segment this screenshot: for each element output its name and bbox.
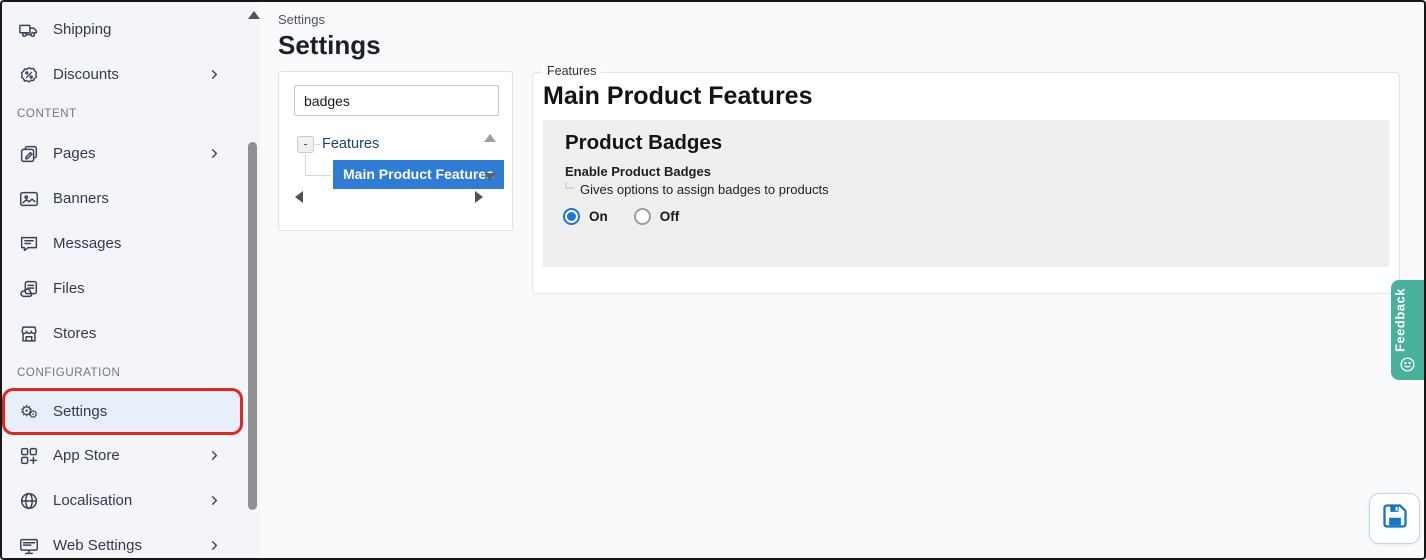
message-bubble-icon [16, 232, 42, 256]
sidebar-scroll-up-arrow[interactable] [248, 11, 260, 19]
truck-icon [16, 18, 42, 42]
sidebar-item-banners[interactable]: Banners [2, 176, 246, 221]
tree-connector [315, 144, 321, 145]
sidebar-item-shipping[interactable]: Shipping [2, 7, 246, 52]
sidebar-item-web-settings[interactable]: Web Settings [2, 523, 246, 560]
sidebar-item-label: Shipping [53, 21, 111, 38]
sidebar-item-files[interactable]: Files [2, 266, 246, 311]
sidebar-item-label: Localisation [53, 492, 132, 509]
tree-collapse-toggle[interactable]: - [297, 136, 314, 153]
radio-on-label: On [589, 209, 608, 224]
sidebar-item-label: Settings [53, 403, 107, 420]
gears-icon: ⚙⚙ [16, 400, 42, 424]
app-store-grid-plus-icon [16, 444, 42, 468]
radio-on-circle [563, 208, 580, 225]
sidebar-scrollbar-thumb[interactable] [248, 142, 257, 510]
card-legend: Features [542, 64, 601, 78]
sidebar-item-label: Messages [53, 235, 121, 252]
feedback-tab[interactable]: Feedback [1391, 280, 1424, 380]
chevron-right-icon [207, 538, 222, 553]
save-button[interactable] [1369, 493, 1420, 544]
tree-scroll-up-arrow[interactable] [484, 134, 496, 142]
tree-connector [305, 175, 331, 176]
feature-title: Main Product Features [543, 82, 813, 111]
sidebar-item-localisation[interactable]: Localisation [2, 478, 246, 523]
page-title: Settings [278, 30, 381, 61]
sidebar-item-label: Pages [53, 145, 96, 162]
tree-connector [305, 154, 306, 175]
settings-search-input[interactable] [294, 85, 499, 116]
chevron-right-icon [207, 146, 222, 161]
feedback-tab-label: Feedback [1393, 288, 1408, 352]
discount-icon [16, 63, 42, 87]
sidebar-item-label: Web Settings [53, 537, 142, 554]
app-window: Shipping Discounts CONTENT Pages [0, 0, 1426, 560]
section-title: Product Badges [565, 131, 722, 155]
settings-tree-card: - Features Main Product Features [278, 71, 513, 231]
sidebar-item-label: App Store [53, 447, 120, 464]
tree-scroll-down-arrow[interactable] [484, 173, 496, 181]
setting-help-text: Gives options to assign badges to produc… [565, 182, 829, 197]
sidebar-item-discounts[interactable]: Discounts [2, 52, 246, 97]
banner-image-icon [16, 187, 42, 211]
sidebar-item-label: Files [53, 280, 85, 297]
sidebar-item-stores[interactable]: Stores [2, 311, 246, 356]
sidebar-item-label: Stores [53, 325, 96, 342]
setting-help-label: Gives options to assign badges to produc… [580, 182, 829, 197]
enable-badges-radio-group: On Off [563, 208, 679, 225]
sidebar-item-app-store[interactable]: App Store [2, 433, 246, 478]
feature-settings-card: Features Main Product Features Product B… [532, 72, 1400, 294]
save-floppy-icon [1381, 502, 1409, 535]
globe-icon [16, 489, 42, 513]
breadcrumb: Settings [278, 12, 325, 27]
storefront-icon [16, 322, 42, 346]
sidebar-item-label: Discounts [53, 66, 119, 83]
sidebar-item-pages[interactable]: Pages [2, 131, 246, 176]
chevron-right-icon [207, 493, 222, 508]
tree-node-main-product-features[interactable]: Main Product Features [333, 160, 504, 189]
child-indicator-icon [565, 182, 574, 189]
main-content: Settings Settings - Features Main Produc… [260, 2, 1424, 558]
sidebar-item-label: Banners [53, 190, 109, 207]
chevron-right-icon [207, 67, 222, 82]
files-cloud-icon [16, 277, 42, 301]
sidebar-item-settings[interactable]: ⚙⚙ Settings [5, 391, 240, 432]
smiley-icon [1399, 356, 1416, 373]
chevron-right-icon [207, 448, 222, 463]
tree-scroll-right-arrow[interactable] [475, 191, 483, 203]
tree-node-features[interactable]: Features [322, 136, 379, 152]
radio-off-circle [634, 208, 651, 225]
sidebar-section-configuration: CONFIGURATION [2, 356, 246, 390]
product-badges-panel: Product Badges Enable Product Badges Giv… [543, 120, 1389, 267]
radio-on[interactable]: On [563, 208, 608, 225]
setting-label: Enable Product Badges [565, 164, 711, 179]
tree-scroll-left-arrow[interactable] [295, 191, 303, 203]
radio-off[interactable]: Off [634, 208, 680, 225]
radio-off-label: Off [660, 209, 680, 224]
sidebar-item-messages[interactable]: Messages [2, 221, 246, 266]
sidebar: Shipping Discounts CONTENT Pages [2, 2, 260, 558]
pages-icon [16, 142, 42, 166]
monitor-icon [16, 534, 42, 558]
sidebar-section-content: CONTENT [2, 97, 246, 131]
